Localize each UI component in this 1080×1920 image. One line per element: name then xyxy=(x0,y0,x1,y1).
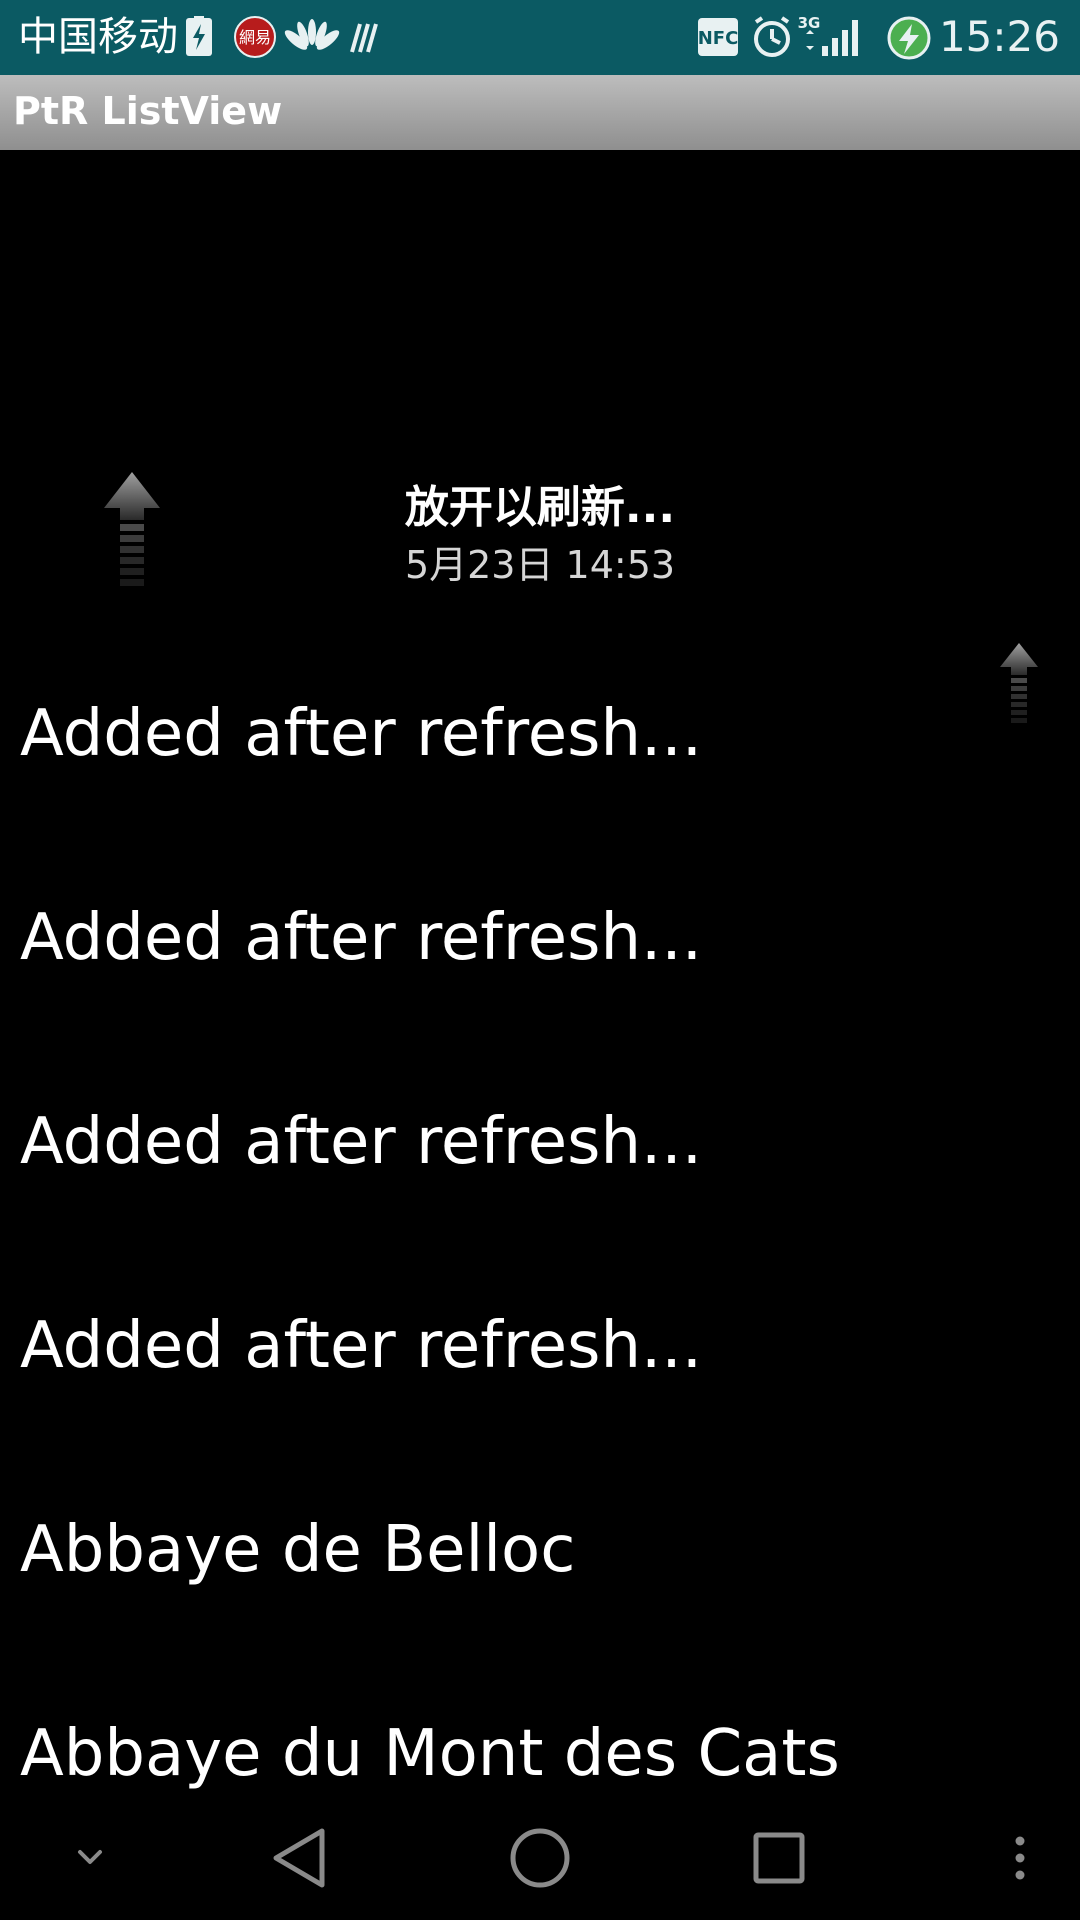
status-bar: 中国移动 網易 NFC 3G 15:26 xyxy=(0,0,1080,75)
last-updated-label: 5月23日 14:53 xyxy=(404,543,676,587)
netease-label: 網易 xyxy=(239,28,271,47)
status-left-icons: 網易 xyxy=(186,16,378,58)
cell-signal-icon: 3G xyxy=(798,14,858,56)
alarm-icon xyxy=(754,16,790,57)
list-item-label: Added after refresh... xyxy=(20,1105,703,1179)
netease-icon: 網易 xyxy=(234,16,276,58)
signal-bars-icon xyxy=(350,23,378,53)
app-title: PtR ListView xyxy=(13,89,283,133)
nfc-label: NFC xyxy=(698,28,739,49)
huawei-icon xyxy=(284,19,340,50)
list-item-label: Abbaye du Mont des Cats xyxy=(20,1717,840,1791)
list-item[interactable]: Added after refresh... xyxy=(0,1240,1080,1444)
network-type: 3G xyxy=(798,14,821,32)
carrier-name: 中国移动 xyxy=(18,14,178,60)
pull-to-refresh-header: 放开以刷新... 5月23日 14:53 xyxy=(0,150,1080,723)
hide-nav-icon[interactable] xyxy=(50,1795,130,1920)
recents-icon[interactable] xyxy=(740,1795,820,1920)
battery-saver-icon xyxy=(186,16,212,56)
more-icon[interactable] xyxy=(1000,1795,1040,1920)
nfc-icon: NFC xyxy=(698,18,739,56)
list-item-label: Added after refresh... xyxy=(20,697,703,771)
refresh-status-label: 放开以刷新... xyxy=(404,482,676,533)
list-item[interactable]: Added after refresh... xyxy=(0,628,1080,832)
cheese-list[interactable]: Added after refresh... Added after refre… xyxy=(0,628,1080,1852)
list-item-label: Added after refresh... xyxy=(20,901,703,975)
list-item[interactable]: Abbaye de Belloc xyxy=(0,1444,1080,1648)
action-bar: PtR ListView xyxy=(0,75,1080,150)
charging-icon xyxy=(887,16,931,60)
navigation-bar xyxy=(0,1795,1080,1920)
list-item[interactable]: Added after refresh... xyxy=(0,832,1080,1036)
status-right-icons: NFC 3G xyxy=(698,14,931,60)
back-icon[interactable] xyxy=(260,1795,340,1920)
screen: 中国移动 網易 NFC 3G 15:26 PtR ListView 放开以刷新.… xyxy=(0,0,1080,1920)
status-clock: 15:26 xyxy=(938,12,1060,61)
list-item-label: Added after refresh... xyxy=(20,1309,703,1383)
home-icon[interactable] xyxy=(500,1795,580,1920)
list-item[interactable]: Added after refresh... xyxy=(0,1036,1080,1240)
list-item-label: Abbaye de Belloc xyxy=(20,1513,576,1587)
